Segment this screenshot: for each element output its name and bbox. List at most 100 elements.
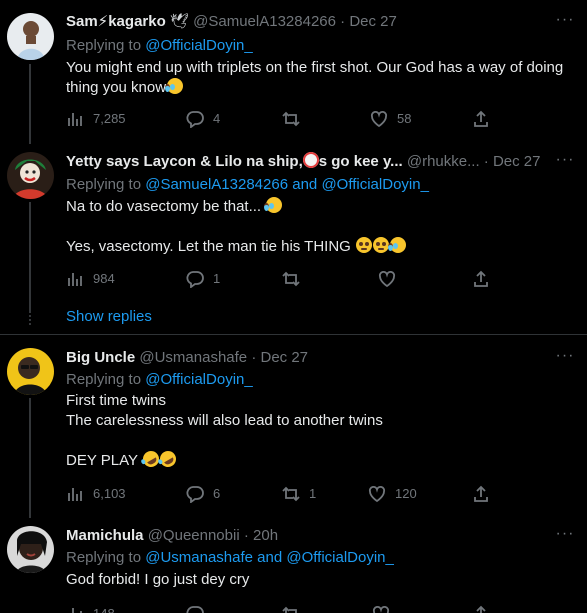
analytics-icon <box>68 273 82 286</box>
tweet-text-span: thing you know <box>66 79 167 96</box>
retweet-icon <box>282 111 300 127</box>
laughing-emoji-icon <box>388 237 407 253</box>
avatar[interactable] <box>7 152 54 199</box>
views-count: 148 <box>93 604 115 613</box>
reply-button[interactable]: 1 <box>186 269 220 289</box>
replying-to: Replying to @OfficialDoyin_ <box>66 36 253 56</box>
action-bar: 7,285 4 58 <box>66 109 496 129</box>
verified-dove-icon: 🕊 <box>169 13 189 30</box>
mention-link[interactable]: @OfficialDoyin_ <box>321 176 429 193</box>
reply-icon <box>186 606 204 613</box>
tweet-2[interactable]: Yetty says Laycon & Lilo na ship, s go ke… <box>0 139 587 335</box>
share-button[interactable] <box>472 109 499 129</box>
tweet-3[interactable]: Big Uncle @Usmanashafe · Dec 27 ··· Repl… <box>0 335 587 518</box>
like-button[interactable]: 58 <box>370 109 411 129</box>
retweet-icon <box>282 486 300 502</box>
tweet-1[interactable]: Sam⚡kagarko 🕊 @SamuelA13284266 · Dec 27 … <box>0 0 587 144</box>
reply-button[interactable] <box>186 604 213 613</box>
retweet-button[interactable] <box>282 109 309 129</box>
views-button[interactable]: 6,103 <box>66 484 126 504</box>
retweet-button[interactable] <box>282 269 309 289</box>
display-name[interactable]: Yetty says Laycon & Lilo na ship, s go ke… <box>66 152 403 170</box>
retweet-button[interactable] <box>282 604 309 613</box>
share-button[interactable] <box>472 484 499 504</box>
avatar[interactable] <box>7 348 54 395</box>
views-button[interactable]: 148 <box>66 604 115 613</box>
display-name[interactable]: Big Uncle <box>66 349 135 366</box>
mention-link[interactable]: @OfficialDoyin_ <box>145 37 253 54</box>
retweet-count: 1 <box>309 486 317 501</box>
share-button[interactable] <box>472 269 499 289</box>
reply-button[interactable]: 4 <box>186 109 220 129</box>
avatar[interactable] <box>7 526 54 573</box>
tweet-text-line: You might end up with triplets on the fi… <box>66 59 564 76</box>
reply-count: 1 <box>213 271 221 286</box>
replying-to: Replying to @SamuelA13284266 and @Offici… <box>66 175 429 195</box>
like-button[interactable] <box>372 604 399 613</box>
reply-icon <box>186 486 204 503</box>
display-name-tail: s go kee y... <box>318 153 403 170</box>
tweet-text: God forbid! I go just dey cry <box>66 570 573 590</box>
more-options-button[interactable]: ··· <box>555 152 575 173</box>
tweet-header: Sam⚡kagarko 🕊 @SamuelA13284266 · Dec 27 <box>66 12 555 32</box>
thread-line <box>29 398 31 518</box>
timestamp[interactable]: Dec 27 <box>493 153 541 170</box>
laughing-emoji-icon <box>165 78 184 94</box>
mention-link[interactable]: @SamuelA13284266 <box>145 176 288 193</box>
reply-button[interactable]: 6 <box>186 484 220 504</box>
retweet-button[interactable]: 1 <box>282 484 316 504</box>
timestamp[interactable]: Dec 27 <box>260 349 308 366</box>
clown-emoji-icon <box>302 152 319 168</box>
mention-link[interactable]: @Usmanashafe <box>145 549 253 566</box>
heart-icon <box>368 485 386 503</box>
like-button[interactable]: 120 <box>368 484 417 504</box>
reply-icon <box>186 271 204 288</box>
tweet-header: Big Uncle @Usmanashafe · Dec 27 <box>66 348 555 368</box>
replying-prefix: Replying to <box>66 176 146 193</box>
display-name[interactable]: Sam⚡kagarko <box>66 13 166 30</box>
tweet-text-line: Na to do vasectomy be that... <box>66 197 573 217</box>
thread-line <box>29 64 31 144</box>
action-bar: 984 1 <box>66 269 496 289</box>
replying-and: and <box>288 176 322 193</box>
tweet-text-span: DEY PLAY <box>66 452 138 469</box>
views-button[interactable]: 7,285 <box>66 109 126 129</box>
share-icon <box>476 605 486 613</box>
mention-link[interactable]: @OfficialDoyin_ <box>145 371 253 388</box>
user-handle[interactable]: @SamuelA13284266 <box>193 13 336 30</box>
more-options-button[interactable]: ··· <box>555 526 575 547</box>
analytics-icon <box>68 488 82 501</box>
more-options-button[interactable]: ··· <box>555 348 575 369</box>
replying-prefix: Replying to <box>66 371 146 388</box>
rofl-emoji-icon <box>156 448 179 470</box>
mention-link[interactable]: @OfficialDoyin_ <box>286 549 394 566</box>
tweet-4[interactable]: Mamichula @Queennobii · 20h ··· Replying… <box>0 514 587 613</box>
display-name-text: Yetty says Laycon & Lilo na ship, <box>66 153 303 170</box>
tweet-text-line: DEY PLAY <box>66 448 573 471</box>
views-count: 984 <box>93 271 115 286</box>
user-handle[interactable]: @rhukke... <box>407 153 480 170</box>
share-button[interactable] <box>472 604 499 613</box>
retweet-icon <box>282 606 297 613</box>
tweet-header: Mamichula @Queennobii · 20h <box>66 526 555 546</box>
views-count: 6,103 <box>93 486 126 501</box>
like-button[interactable] <box>378 269 405 289</box>
separator: · <box>243 527 249 544</box>
reply-count: 6 <box>213 486 221 501</box>
show-replies-link[interactable]: Show replies <box>66 307 152 327</box>
avatar[interactable] <box>7 13 54 60</box>
analytics-icon <box>68 113 82 126</box>
more-options-button[interactable]: ··· <box>555 12 575 33</box>
like-count: 58 <box>397 111 412 126</box>
views-button[interactable]: 984 <box>66 269 115 289</box>
tweet-header: Yetty says Laycon & Lilo na ship, s go ke… <box>66 152 555 172</box>
user-handle[interactable]: @Usmanashafe <box>139 349 247 366</box>
timestamp[interactable]: 20h <box>253 527 278 544</box>
share-icon <box>474 110 488 127</box>
display-name[interactable]: Mamichula <box>66 527 144 544</box>
timestamp[interactable]: Dec 27 <box>349 13 397 30</box>
tweet-text-line: First time twins <box>66 392 167 409</box>
user-handle[interactable]: @Queennobii <box>148 527 240 544</box>
